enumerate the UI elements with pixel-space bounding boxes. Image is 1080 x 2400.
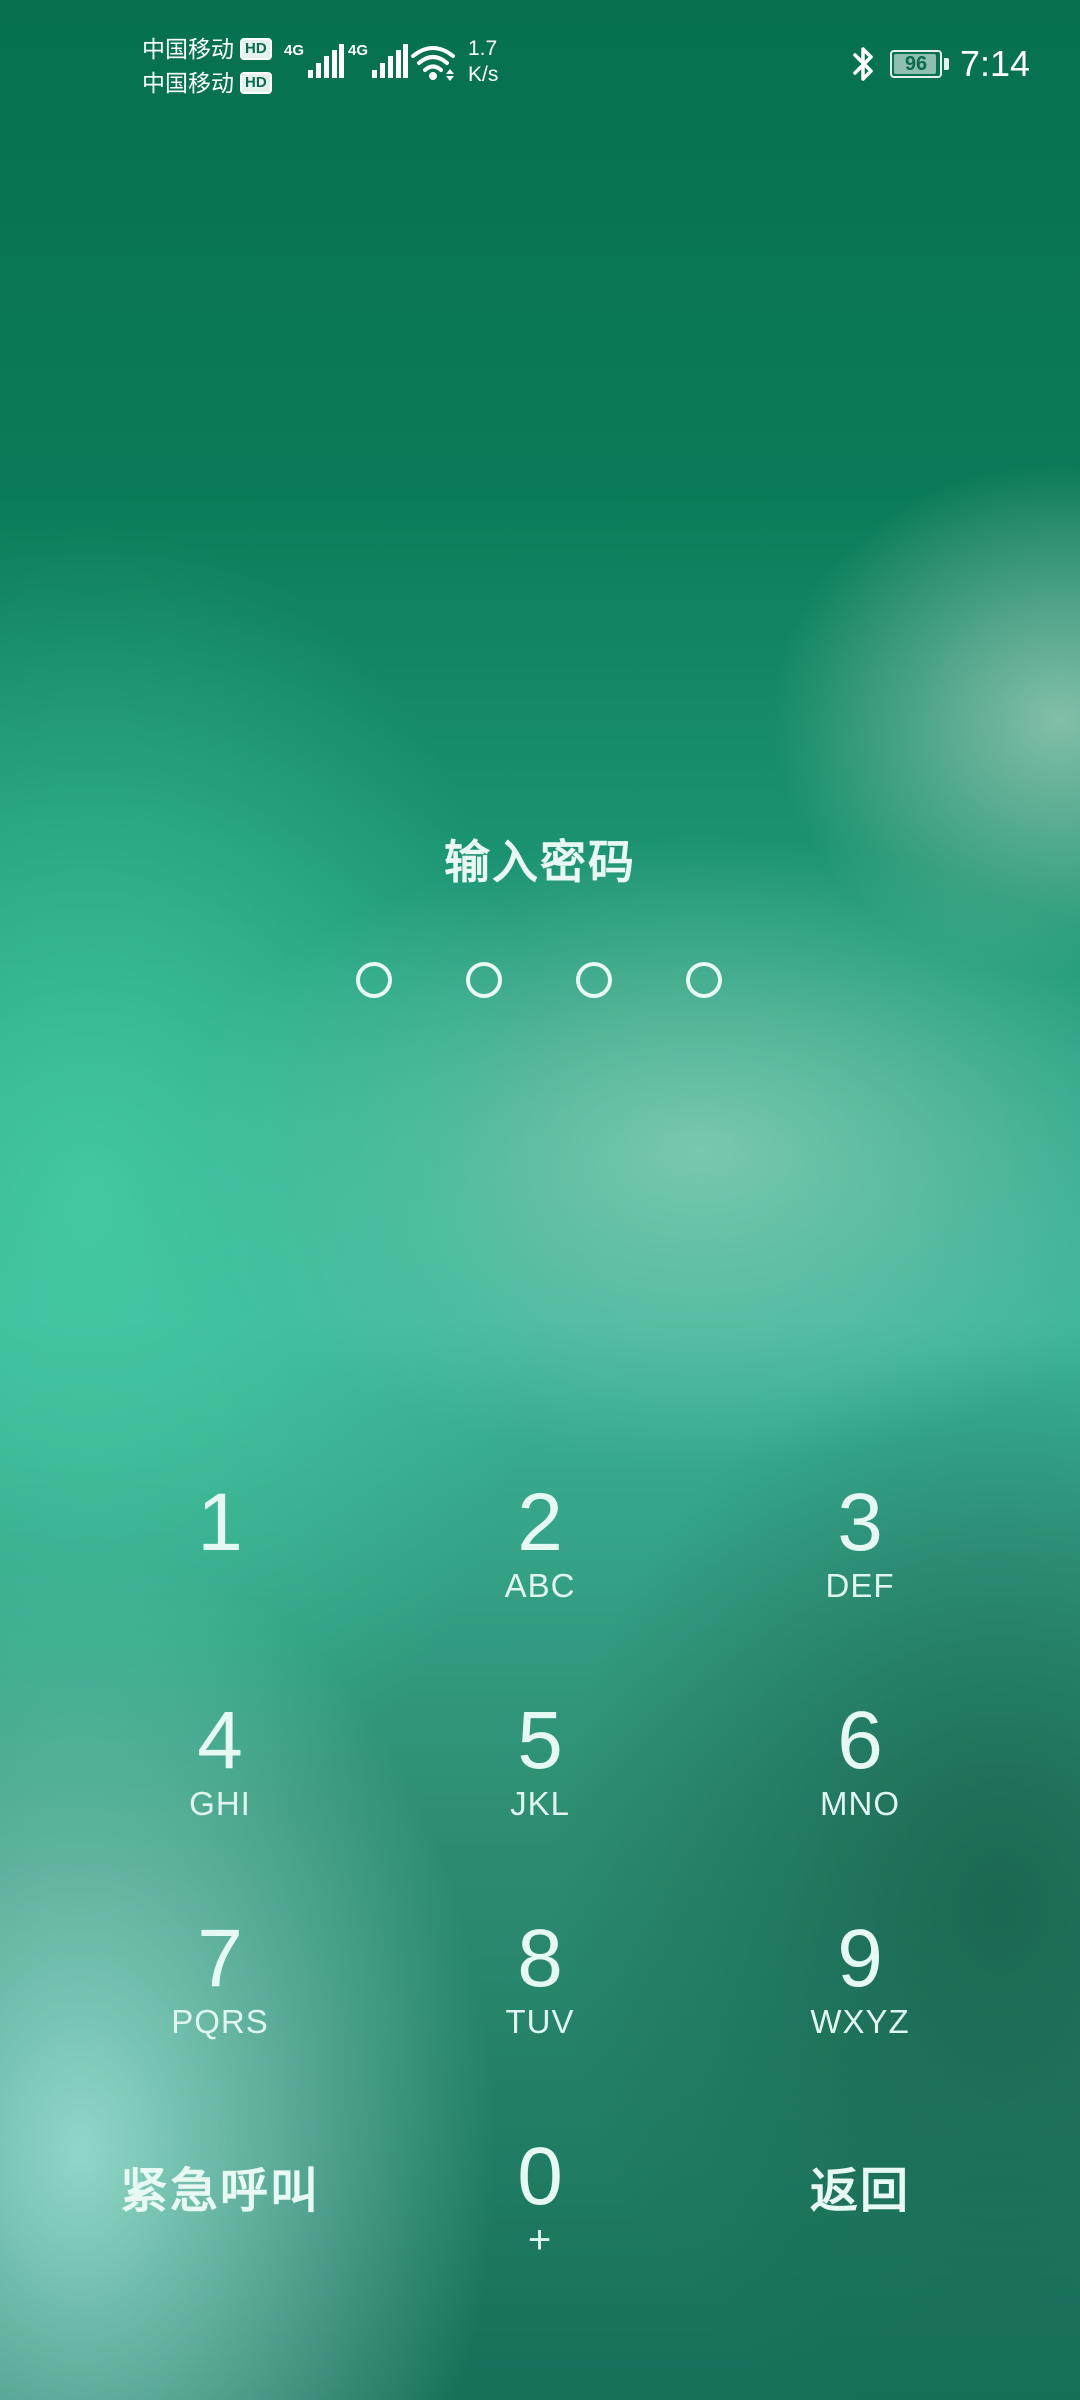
pin-dot bbox=[466, 962, 502, 998]
key-0[interactable]: 0 + bbox=[390, 2094, 690, 2294]
signal-strength-1: 4G bbox=[284, 42, 345, 78]
key-8[interactable]: 8 TUV bbox=[390, 1876, 690, 2076]
key-letters: MNO bbox=[820, 1785, 900, 1822]
battery-cap bbox=[944, 58, 949, 70]
signal-icon bbox=[308, 44, 345, 78]
key-letters: TUV bbox=[505, 2003, 575, 2040]
lock-screen: 中国移动 HD 中国移动 HD 4G 4G 1.7 K/s 96 7:14 输入… bbox=[0, 0, 1080, 2400]
battery-icon: 96 bbox=[890, 50, 942, 78]
pin-dot bbox=[686, 962, 722, 998]
carrier-name: 中国移动 bbox=[142, 36, 234, 62]
battery-level: 96 bbox=[904, 53, 928, 75]
back-button[interactable]: 返回 bbox=[710, 2094, 1010, 2294]
back-label: 返回 bbox=[809, 2165, 910, 2218]
hd-badge: HD bbox=[240, 72, 272, 94]
network-speed: 1.7 K/s bbox=[468, 36, 498, 88]
numeric-keypad: 1 2 ABC 3 DEF 4 GHI 5 JKL 6 MNO 7 PQRS 8 bbox=[0, 1440, 1080, 2280]
emergency-call-button[interactable]: 紧急呼叫 bbox=[70, 2094, 370, 2294]
password-prompt: 输入密码 bbox=[444, 836, 636, 888]
carrier-info: 中国移动 HD 中国移动 HD bbox=[142, 32, 272, 100]
key-digit: 9 bbox=[837, 1913, 883, 2004]
network-type-label: 4G bbox=[348, 42, 369, 59]
key-7[interactable]: 7 PQRS bbox=[70, 1876, 370, 2076]
emergency-call-label: 紧急呼叫 bbox=[119, 2165, 320, 2218]
signal-strength-2: 4G bbox=[348, 42, 409, 78]
key-6[interactable]: 6 MNO bbox=[710, 1658, 1010, 1858]
hd-badge: HD bbox=[240, 38, 272, 60]
pin-dot bbox=[356, 962, 392, 998]
key-letters: JKL bbox=[510, 1785, 570, 1822]
carrier-line-2: 中国移动 HD bbox=[142, 66, 272, 100]
pin-dot bbox=[576, 962, 612, 998]
key-1[interactable]: 1 bbox=[70, 1440, 370, 1640]
status-bar: 中国移动 HD 中国移动 HD 4G 4G 1.7 K/s 96 7:14 bbox=[0, 0, 1080, 120]
key-letters: PQRS bbox=[171, 2003, 269, 2040]
wifi-icon bbox=[411, 46, 455, 81]
carrier-line-1: 中国移动 HD bbox=[142, 32, 272, 66]
key-digit: 1 bbox=[197, 1477, 243, 1568]
speed-unit: K/s bbox=[468, 63, 499, 86]
key-digit: 5 bbox=[517, 1695, 563, 1786]
key-letters: ABC bbox=[504, 1567, 576, 1604]
key-digit: 2 bbox=[517, 1477, 563, 1568]
key-2[interactable]: 2 ABC bbox=[390, 1440, 690, 1640]
key-digit: 3 bbox=[837, 1477, 883, 1568]
key-5[interactable]: 5 JKL bbox=[390, 1658, 690, 1858]
key-3[interactable]: 3 DEF bbox=[710, 1440, 1010, 1640]
key-digit: 8 bbox=[517, 1913, 563, 2004]
bluetooth-icon bbox=[853, 47, 873, 81]
key-letters: WXYZ bbox=[810, 2003, 910, 2040]
key-letters: GHI bbox=[189, 1785, 251, 1822]
status-clock: 7:14 bbox=[960, 43, 1031, 84]
signal-icon bbox=[372, 44, 409, 78]
key-digit: 7 bbox=[197, 1913, 243, 2004]
key-digit: 0 bbox=[517, 2131, 563, 2222]
speed-value: 1.7 bbox=[468, 37, 498, 60]
key-9[interactable]: 9 WXYZ bbox=[710, 1876, 1010, 2076]
key-4[interactable]: 4 GHI bbox=[70, 1658, 370, 1858]
carrier-name: 中国移动 bbox=[142, 70, 234, 96]
key-letters: DEF bbox=[825, 1567, 895, 1604]
key-letters: + bbox=[527, 2218, 553, 2262]
pin-indicator bbox=[356, 962, 722, 998]
network-type-label: 4G bbox=[284, 42, 305, 59]
key-digit: 6 bbox=[837, 1695, 883, 1786]
key-digit: 4 bbox=[197, 1695, 243, 1786]
